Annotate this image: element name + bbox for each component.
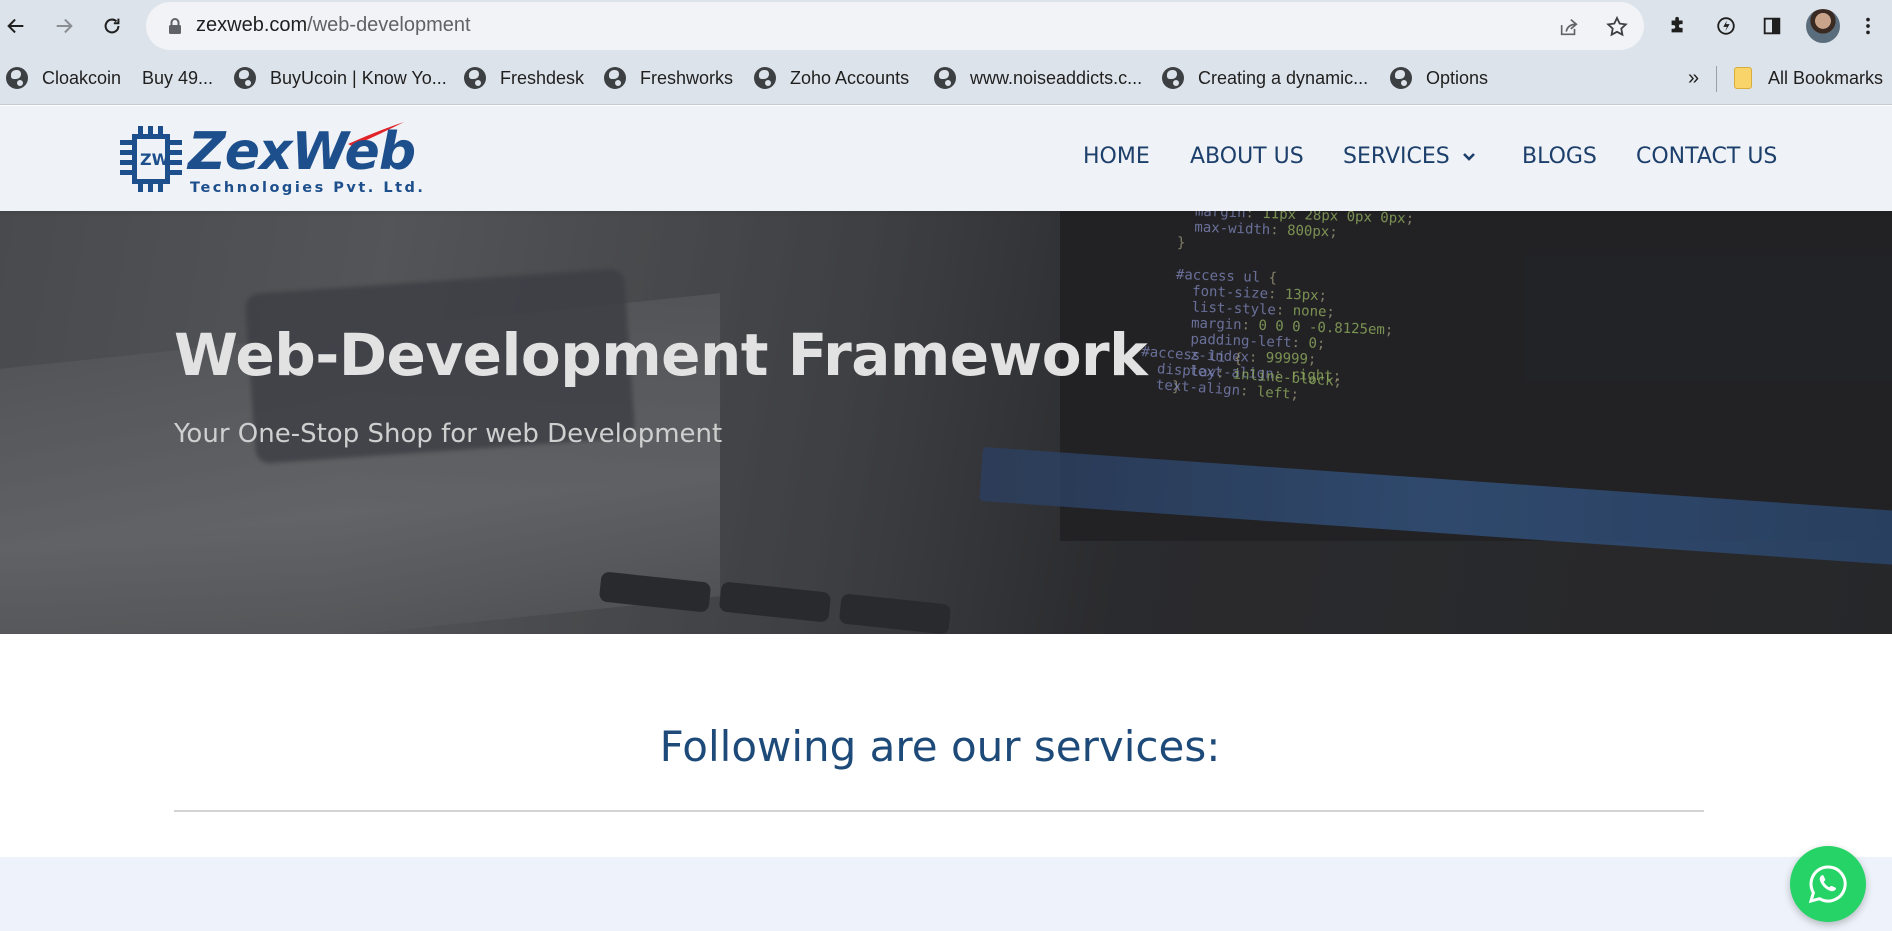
chevron-down-icon bbox=[1462, 152, 1475, 161]
bookmark-label: Zoho Accounts bbox=[790, 67, 910, 88]
url-text: zexweb.com/web-development bbox=[196, 14, 471, 37]
site-logo[interactable]: ZW ZexWeb Technologies Pvt. Ltd. bbox=[120, 122, 423, 202]
bookmark-label: BuyUcoin | Know Yo... bbox=[270, 67, 447, 88]
bookmark-freshworks[interactable]: Freshworks bbox=[604, 64, 733, 92]
nav-services[interactable]: SERVICES bbox=[1343, 144, 1476, 169]
overflow-chevron-icon: » bbox=[1688, 66, 1700, 89]
profile-avatar[interactable] bbox=[1806, 9, 1840, 43]
globe-icon bbox=[1390, 67, 1412, 89]
performance-button[interactable] bbox=[1710, 10, 1742, 42]
bookmark-label: Freshdesk bbox=[500, 67, 585, 88]
reload-button[interactable] bbox=[96, 10, 128, 42]
url-host: zexweb.com bbox=[196, 14, 308, 36]
hero-title: Web-Development Framework bbox=[174, 321, 1148, 389]
puzzle-icon bbox=[1671, 16, 1683, 33]
lock-icon bbox=[169, 18, 181, 34]
folder-icon bbox=[1734, 67, 1752, 89]
back-button[interactable] bbox=[0, 10, 32, 42]
bookmark-label: www.noiseaddicts.c... bbox=[970, 67, 1143, 88]
globe-icon bbox=[234, 67, 256, 89]
globe-icon bbox=[754, 67, 776, 89]
bookmarks-overflow-button[interactable]: » bbox=[1688, 64, 1699, 92]
forward-button[interactable] bbox=[48, 10, 80, 42]
logo-subtitle: Technologies Pvt. Ltd. bbox=[190, 180, 426, 196]
nav-label: ABOUT US bbox=[1190, 144, 1304, 169]
speed-icon bbox=[1717, 17, 1735, 35]
nav-label: BLOGS bbox=[1522, 144, 1597, 169]
all-bookmarks-button[interactable]: All Bookmarks bbox=[1734, 64, 1883, 92]
hero-banner: margin: 11px 28px 0px 0px; max-width: 80… bbox=[0, 211, 1892, 634]
bookmark-options[interactable]: Options bbox=[1390, 64, 1488, 92]
bookmarks-divider bbox=[1716, 66, 1717, 92]
bookmark-label: Options bbox=[1426, 67, 1489, 88]
bookmark-label: Creating a dynamic... bbox=[1198, 67, 1369, 88]
bookmark-freshdesk[interactable]: Freshdesk bbox=[464, 64, 584, 92]
globe-icon bbox=[464, 67, 486, 89]
bookmark-label: Freshworks bbox=[640, 67, 734, 88]
bookmark-noiseaddicts[interactable]: www.noiseaddicts.c... bbox=[934, 64, 1142, 92]
site-header: ZW ZexWeb Technologies Pvt. Ltd. HOME AB… bbox=[0, 106, 1892, 211]
forward-arrow-icon bbox=[56, 18, 73, 34]
bookmark-star-icon[interactable] bbox=[1604, 14, 1630, 40]
bookmark-label: Cloakcoin bbox=[42, 67, 122, 88]
nav-label: HOME bbox=[1083, 144, 1150, 169]
nav-contact-us[interactable]: CONTACT US bbox=[1636, 144, 1777, 169]
all-bookmarks-label: All Bookmarks bbox=[1768, 67, 1884, 88]
nav-blogs[interactable]: BLOGS bbox=[1522, 144, 1597, 169]
services-heading: Following are our services: bbox=[659, 722, 1221, 771]
bookmark-zoho-accounts[interactable]: Zoho Accounts bbox=[754, 64, 909, 92]
nav-label: CONTACT US bbox=[1636, 144, 1778, 169]
browser-toolbar: zexweb.com/web-development bbox=[0, 0, 1892, 52]
nav-label: SERVICES bbox=[1343, 144, 1450, 169]
globe-icon bbox=[1162, 67, 1184, 89]
bookmark-cloakcoin[interactable]: Cloakcoin bbox=[6, 64, 121, 92]
whatsapp-chat-button[interactable] bbox=[1790, 846, 1866, 922]
services-section-bg bbox=[0, 857, 1892, 931]
reload-icon bbox=[104, 18, 120, 34]
side-panel-button[interactable] bbox=[1756, 10, 1788, 42]
url-path: /web-development bbox=[307, 14, 471, 36]
side-panel-icon bbox=[1763, 17, 1781, 35]
bookmark-label: Buy 49... bbox=[142, 67, 214, 88]
menu-button[interactable] bbox=[1852, 10, 1884, 42]
logo-mark-text: ZW bbox=[140, 150, 170, 169]
bookmarks-bar: Cloakcoin Buy 49... BuyUcoin | Know Yo..… bbox=[0, 52, 1892, 105]
back-arrow-icon bbox=[7, 18, 24, 34]
hero-subtitle: Your One-Stop Shop for web Development bbox=[174, 419, 723, 449]
bookmark-creating-dynamic[interactable]: Creating a dynamic... bbox=[1162, 64, 1368, 92]
globe-icon bbox=[604, 67, 626, 89]
address-bar[interactable]: zexweb.com/web-development bbox=[146, 2, 1644, 50]
nav-about-us[interactable]: ABOUT US bbox=[1190, 144, 1304, 169]
share-icon[interactable] bbox=[1556, 14, 1582, 40]
globe-icon bbox=[6, 67, 28, 89]
bookmark-buy49[interactable]: Buy 49... bbox=[142, 64, 213, 92]
whatsapp-icon bbox=[1808, 865, 1847, 904]
kebab-menu-icon bbox=[1866, 17, 1870, 35]
nav-home[interactable]: HOME bbox=[1083, 144, 1150, 169]
section-divider bbox=[174, 810, 1704, 812]
bookmark-buyucoin[interactable]: BuyUcoin | Know Yo... bbox=[234, 64, 447, 92]
globe-icon bbox=[934, 67, 956, 89]
extensions-button[interactable] bbox=[1662, 10, 1694, 42]
logo-wordmark: ZexWeb bbox=[188, 122, 416, 182]
